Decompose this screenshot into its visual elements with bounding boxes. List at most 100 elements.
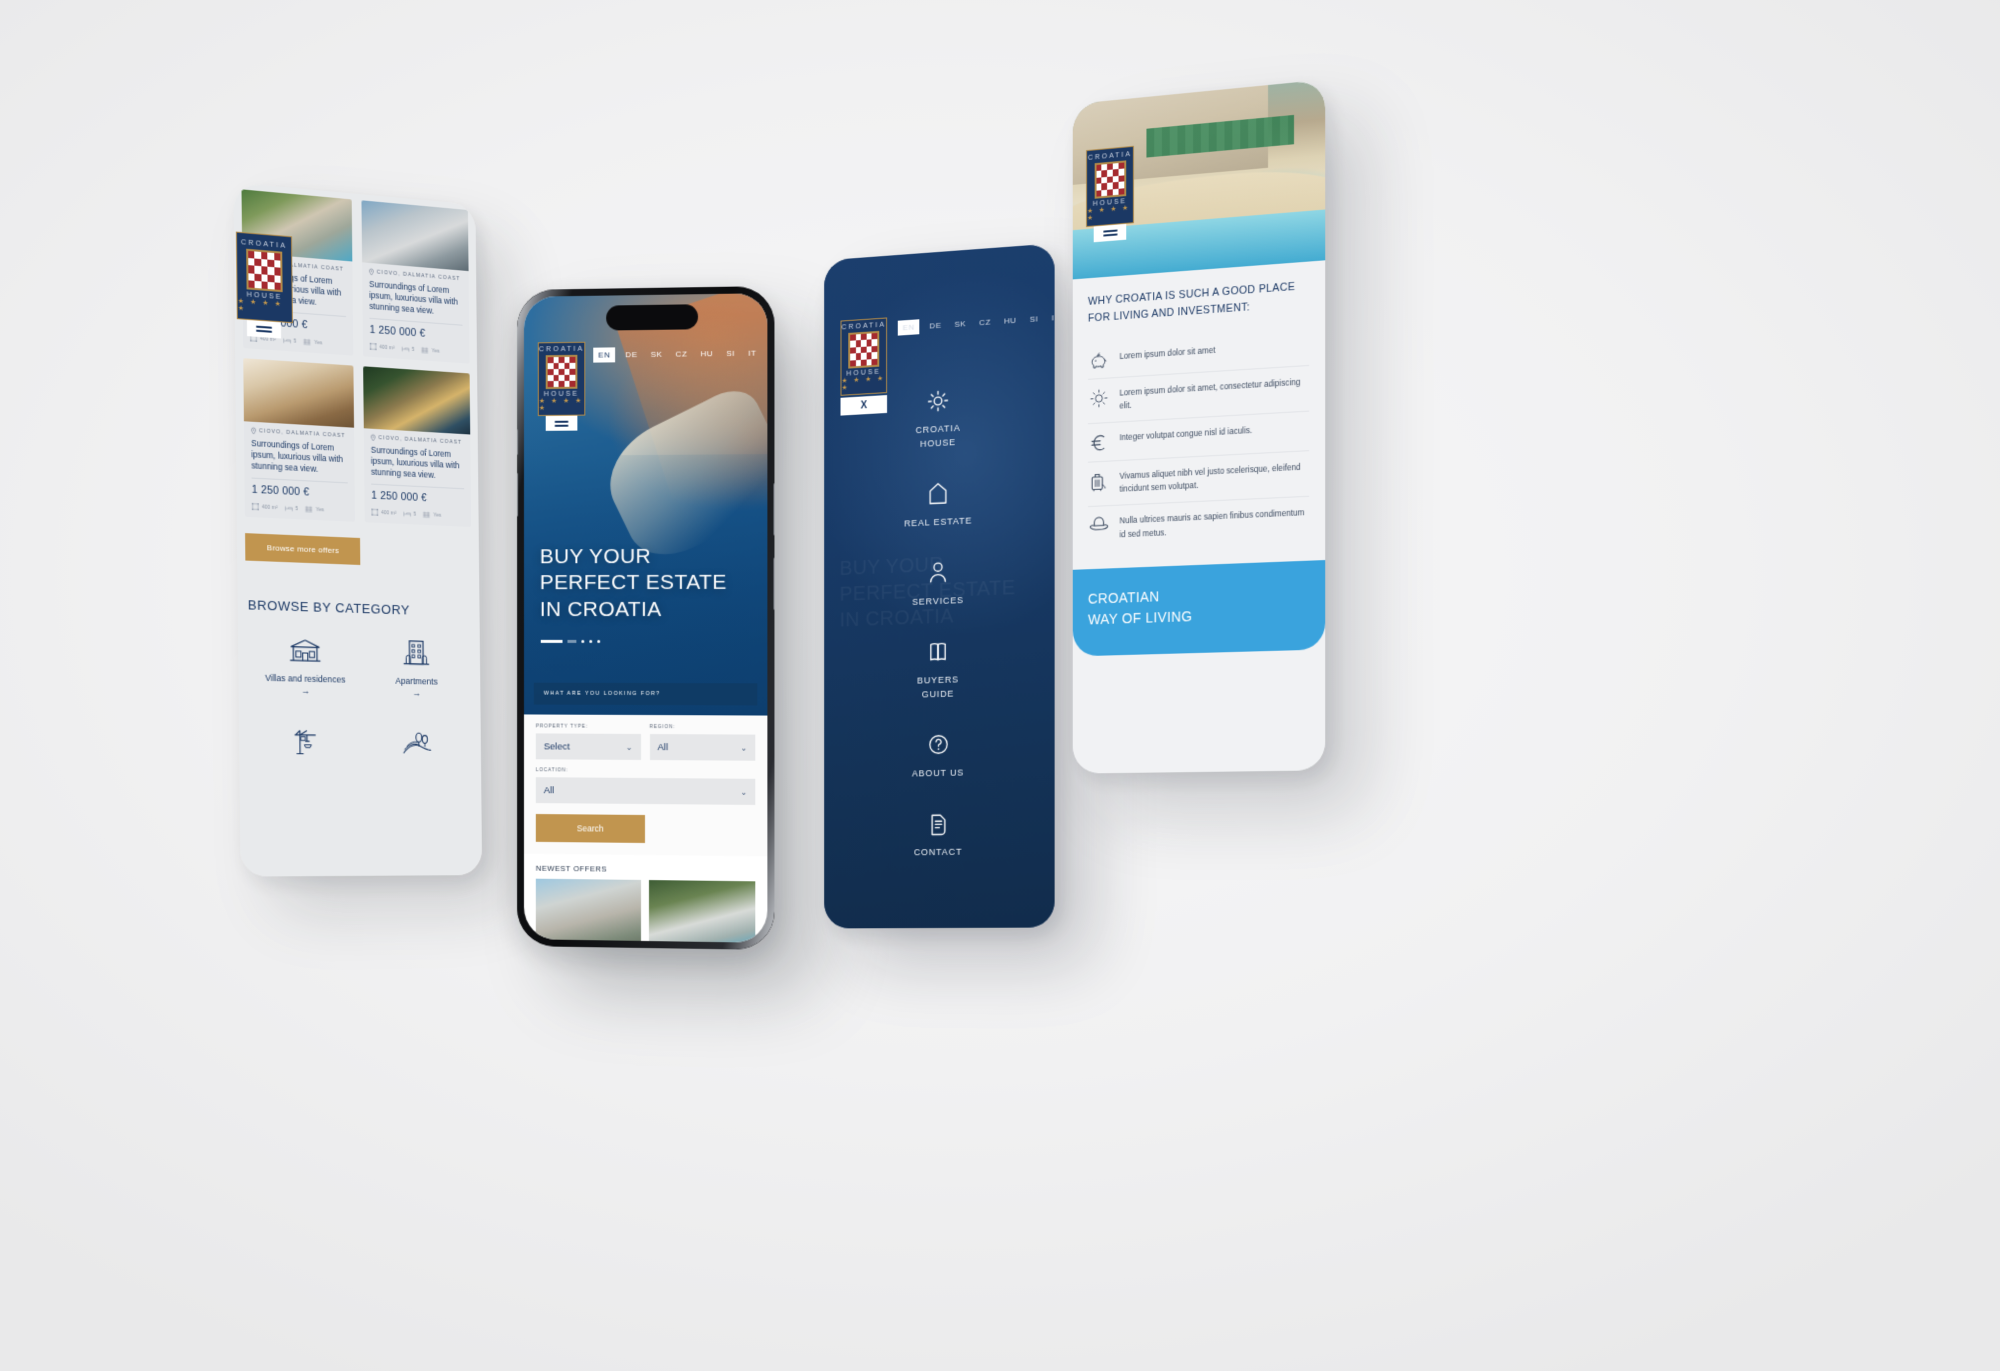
question-circle-icon [824,729,1054,760]
page-title: BUY YOUR PERFECT ESTATE IN CROATIA [540,543,727,623]
bed-icon [283,337,291,344]
browse-more-offers-button[interactable]: Browse more offers [245,533,361,566]
language-selector[interactable]: EN DE SK CZ HU SI IT [897,310,1055,336]
property-title: Surroundings of Lorem ipsum, luxurious v… [370,445,460,481]
location-select[interactable]: All ⌄ [535,777,756,805]
hamburger-menu-icon[interactable] [545,415,578,431]
carousel-indicator[interactable] [540,639,601,643]
spec-area-value: 400 m² [381,509,397,517]
category-item-apartments[interactable]: Apartments → [365,630,467,699]
language-option-en[interactable]: EN [897,319,920,336]
phone-listings: CIOVO, DALMATIA COAST Surroundings of Lo… [233,182,483,877]
phone-home-screen: BUY YOUR PERFECT ESTATE IN CROATIA WHAT … [523,293,768,943]
spec-bedrooms: 5 [284,505,298,512]
language-option-sk[interactable]: SK [951,316,969,332]
region-label: REGION: [649,725,676,731]
spec-pool-value: Yes [314,339,323,347]
language-option-cz[interactable]: CZ [672,346,690,361]
category-item-land[interactable] [366,721,468,766]
benefit-text: Lorem ipsum dolor sit amet, consectetur … [1119,377,1301,411]
property-specs: 400 m² 5 Yes [370,343,463,356]
pool-icon [303,338,311,346]
phone-why-croatia-screen: WHY CROATIA IS SUCH A GOOD PLACE FOR LIV… [1072,79,1326,774]
sidebar-item-services[interactable]: SERVICES [824,555,1054,613]
sidebar-item-about-us[interactable]: ABOUT US [824,729,1054,783]
table-row[interactable]: CIOVO, DALMATIA COAST Surroundings of Lo… [243,358,355,523]
close-icon[interactable]: X [840,395,888,416]
logo[interactable]: CROATIA HOUSE ★ ★ ★ ★ ★ [235,231,293,324]
side-button-lower[interactable] [773,557,775,610]
logo[interactable]: CROATIA HOUSE ★ ★ ★ ★ ★ [537,341,586,417]
newest-offer-photo[interactable] [648,880,756,943]
search-button[interactable]: Search [535,813,645,843]
spec-bedrooms-value: 5 [293,338,297,345]
language-option-si[interactable]: SI [1027,311,1042,327]
logo[interactable]: CROATIA HOUSE ★ ★ ★ ★ ★ [1086,145,1134,228]
language-option-it[interactable]: IT [745,346,759,361]
sidebar-item-label: BUYERS GUIDE [917,674,959,700]
property-location: CIOVO, DALMATIA COAST [251,428,347,440]
map-pin-icon [251,428,256,434]
language-option-hu[interactable]: HU [697,346,716,361]
spec-bedrooms: 5 [283,337,297,345]
power-button[interactable] [773,483,775,536]
spec-bedrooms: 5 [403,511,416,518]
sidebar-item-real-estate[interactable]: REAL ESTATE [824,475,1054,535]
language-option-si[interactable]: SI [723,346,738,361]
search-panel-header: WHAT ARE YOU LOOKING FOR? [533,682,758,706]
category-item-construction[interactable] [253,719,358,765]
carousel-dot[interactable] [597,639,601,643]
croatian-way-of-living-banner[interactable]: CROATIAN WAY OF LIVING [1072,559,1326,657]
property-location-label: CIOVO, DALMATIA COAST [259,428,346,440]
volume-buttons[interactable] [517,472,519,517]
phone-why-croatia: WHY CROATIA IS SUCH A GOOD PLACE FOR LIV… [1072,79,1326,774]
property-price: 1 250 000 € [371,489,427,505]
euro-icon [1088,432,1109,453]
spec-area: 400 m² [370,343,395,352]
language-option-en[interactable]: EN [593,347,616,363]
language-option-de[interactable]: DE [622,347,640,362]
logo-stars: ★ ★ ★ ★ ★ [841,375,886,392]
property-title: Surroundings of Lorem ipsum, luxurious v… [369,279,458,316]
newest-offers-grid [524,878,767,943]
chevron-down-icon: ⌄ [740,787,748,797]
hero-title-line-1: BUY YOUR [539,544,652,568]
carousel-dot[interactable] [589,639,593,643]
table-row[interactable]: CIOVO, DALMATIA COAST Surroundings of Lo… [361,200,470,364]
sidebar-item-contact[interactable]: CONTACT [824,809,1054,861]
bed-icon [403,511,411,517]
language-option-sk[interactable]: SK [648,347,666,362]
language-option-hu[interactable]: HU [1001,313,1020,329]
language-selector[interactable]: EN DE SK CZ HU SI IT [593,346,759,363]
mute-switch[interactable] [517,429,519,455]
location-label: LOCATION: [535,768,569,774]
logo-stars: ★ ★ ★ ★ ★ [538,397,584,413]
spec-bedrooms-value: 5 [411,346,415,353]
bed-icon [401,346,409,353]
suitcase-icon [1088,471,1109,493]
hamburger-menu-icon[interactable] [246,319,282,339]
carousel-dot[interactable] [581,639,585,643]
phone-menu-screen: BUY YOUR PERFECT ESTATE IN CROATIA CROATIA… [824,243,1055,929]
divider [251,477,348,484]
category-item-villas[interactable]: Villas and residences → [252,627,358,697]
property-type-select[interactable]: Select ⌄ [535,733,641,760]
language-option-cz[interactable]: CZ [976,314,994,330]
newest-offer-photo[interactable] [535,878,642,943]
language-option-de[interactable]: DE [927,318,945,334]
table-row[interactable]: CIOVO, DALMATIA COAST Surroundings of Lo… [363,366,472,528]
benefit-text: Lorem ipsum dolor sit amet [1119,345,1216,361]
sidebar-item-label: ABOUT US [911,767,965,779]
sidebar-item-buyers-guide[interactable]: BUYERS GUIDE [824,635,1054,705]
region-select[interactable]: All ⌄ [649,734,756,761]
property-price: 1 250 000 € [369,323,426,340]
logo[interactable]: CROATIA HOUSE ★ ★ ★ ★ ★ [840,317,888,396]
property-specs: 400 m² 5 Yes [371,509,464,520]
language-option-it[interactable]: IT [1049,310,1055,326]
category-grid: Villas and residences → Apartments → [238,613,481,767]
sidebar-item-label: SERVICES [912,594,964,607]
spec-pool: Yes [421,347,440,355]
carousel-active-bar [540,639,563,643]
spec-bedrooms: 5 [401,346,415,353]
hamburger-menu-icon[interactable] [1093,223,1127,243]
